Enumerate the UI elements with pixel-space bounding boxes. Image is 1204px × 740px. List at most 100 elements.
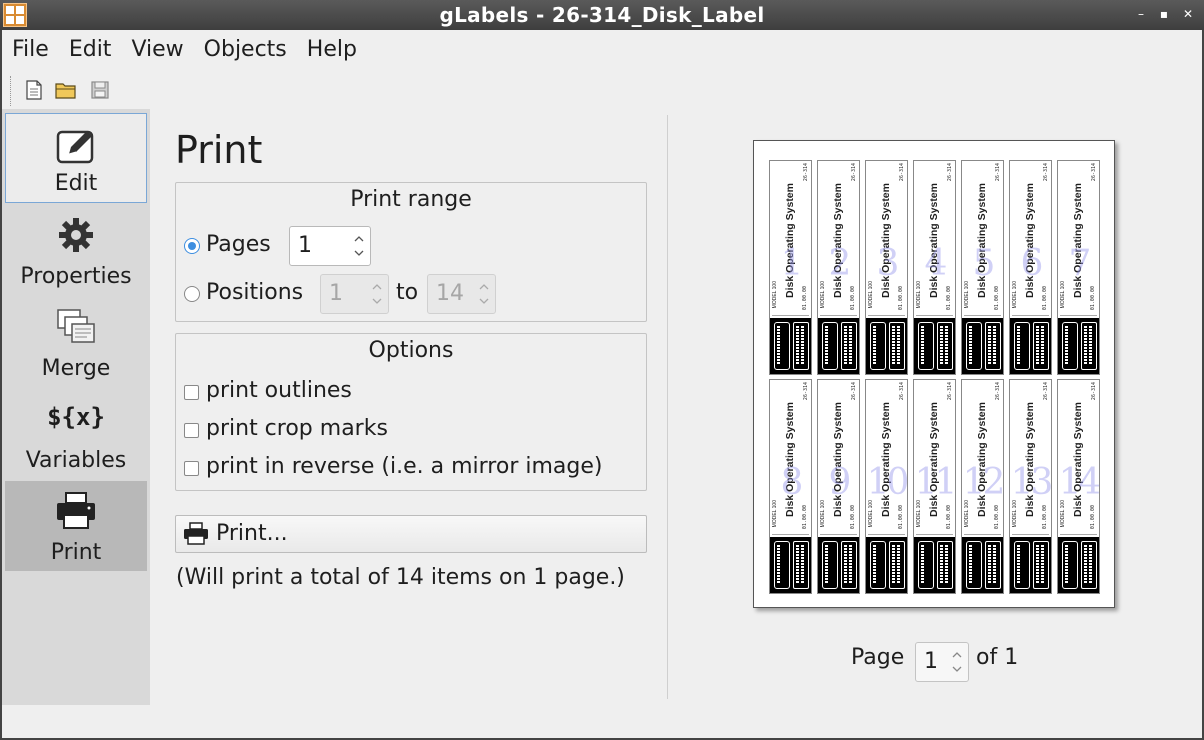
label-position-number: 10 [866,462,907,503]
menu-objects[interactable]: Objects [194,30,297,70]
print-summary: (Will print a total of 14 items on 1 pag… [176,565,625,590]
label-position-number: 13 [1010,462,1051,503]
spin-arrows-icon[interactable] [952,649,962,675]
label-model: MODEL 100 [868,281,874,309]
gear-icon [56,215,96,259]
sidebar-item-properties[interactable]: Properties [5,205,147,295]
close-icon[interactable]: ✕ [1180,6,1196,22]
label-version: 01.00.00 [802,286,808,311]
label-code: 26-314 [1043,163,1049,182]
sidebar-item-variables[interactable]: ${x} Variables [5,389,147,479]
print-reverse-checkbox[interactable] [184,461,199,476]
panel-divider[interactable] [667,115,668,699]
positions-from-spinbox[interactable]: 1 [320,274,389,314]
label-version: 01.00.00 [1090,505,1096,530]
menu-file[interactable]: File [2,30,59,70]
title-bar: gLabels - 26-314_Disk_Label – ▪ ✕ [0,0,1204,30]
print-button[interactable]: Print... [175,515,647,553]
menu-help[interactable]: Help [297,30,367,70]
spin-arrows-icon[interactable] [479,281,489,307]
print-preview-sheet: 26-314 Disk Operating System MODEL 100 01.0… [753,140,1115,608]
radio-shack-logo [1058,318,1099,374]
label-position-number: 2 [828,243,852,284]
positions-to-spinbox[interactable]: 14 [427,274,496,314]
label-position-number: 1 [780,243,804,284]
label-position-number: 3 [876,243,900,284]
positions-radio[interactable] [184,286,200,302]
sidebar-item-print[interactable]: Print [5,481,147,571]
radio-shack-logo [1010,537,1051,593]
sidebar-item-label: Merge [41,356,111,381]
label-divider [916,534,953,535]
label-version: 01.00.00 [994,505,1000,530]
maximize-icon[interactable]: ▪ [1156,6,1172,22]
label-position-number: 14 [1058,462,1099,503]
label-version: 01.00.00 [802,505,808,530]
label-code: 26-314 [947,382,953,401]
sidebar-item-edit[interactable]: Edit [5,113,147,203]
label-divider [820,534,857,535]
label-divider [964,315,1001,316]
variables-icon: ${x} [47,403,105,431]
label-code: 26-314 [995,382,1001,401]
sidebar-item-merge[interactable]: Merge [5,297,147,387]
radio-shack-logo [866,537,907,593]
menu-view[interactable]: View [121,30,193,70]
window-title: gLabels - 26-314_Disk_Label [439,3,765,27]
label-model: MODEL 100 [820,500,826,528]
pages-spinbox[interactable]: 1 [289,226,371,266]
label-version: 01.00.00 [850,286,856,311]
spin-arrows-icon[interactable] [372,281,382,307]
disk-label: 26-314 Disk Operating System MODEL 100 01.0… [865,379,908,594]
disk-label: 26-314 Disk Operating System MODEL 100 01.0… [769,379,812,594]
disk-label: 26-314 Disk Operating System MODEL 100 01.0… [865,160,908,375]
new-document-icon[interactable] [22,78,46,102]
label-divider [820,315,857,316]
radio-shack-logo [770,537,811,593]
label-position-number: 7 [1068,243,1092,284]
print-range-title: Print range [350,187,472,212]
radio-shack-logo [866,318,907,374]
print-button-label: Print... [216,521,288,546]
pages-spinbox-value: 1 [298,233,312,258]
merge-icon [55,307,97,351]
label-position-number: 9 [828,462,852,503]
label-divider [868,534,905,535]
sidebar-item-label: Print [50,540,102,565]
options-title: Options [368,338,454,363]
spin-arrows-icon[interactable] [354,233,364,259]
save-icon[interactable] [88,78,112,102]
print-outlines-checkbox[interactable] [184,385,199,400]
label-version: 01.00.00 [898,286,904,311]
print-crop-marks-checkbox[interactable] [184,423,199,438]
positions-from-value: 1 [329,281,343,306]
minimize-icon[interactable]: – [1133,6,1149,22]
label-divider [916,315,953,316]
label-model: MODEL 100 [916,281,922,309]
toolbar-grip[interactable] [10,76,12,106]
open-folder-icon[interactable] [54,78,78,102]
print-reverse-label: print in reverse (i.e. a mirror image) [206,454,603,479]
positions-label: Positions [206,280,304,305]
radio-shack-logo [962,537,1003,593]
label-model: MODEL 100 [1012,500,1018,528]
label-version: 01.00.00 [898,505,904,530]
pages-radio[interactable] [184,238,200,254]
menu-edit[interactable]: Edit [59,30,122,70]
label-code: 26-314 [1091,163,1097,182]
positions-to-value: 14 [436,281,464,306]
disk-label: 26-314 Disk Operating System MODEL 100 01.0… [769,160,812,375]
print-outlines-label: print outlines [206,378,352,403]
label-position-number: 8 [780,462,804,503]
disk-label: 26-314 Disk Operating System MODEL 100 01.0… [961,160,1004,375]
page-spinbox-value: 1 [924,649,938,674]
label-model: MODEL 100 [964,500,970,528]
disk-label: 26-314 Disk Operating System MODEL 100 01.0… [1009,379,1052,594]
printer-icon [55,491,97,535]
disk-label: 26-314 Disk Operating System MODEL 100 01.0… [1057,160,1100,375]
page-label: Page [851,645,905,670]
label-model: MODEL 100 [868,500,874,528]
radio-shack-logo [914,318,955,374]
page-spinbox[interactable]: 1 [915,642,969,682]
label-version: 01.00.00 [1042,505,1048,530]
